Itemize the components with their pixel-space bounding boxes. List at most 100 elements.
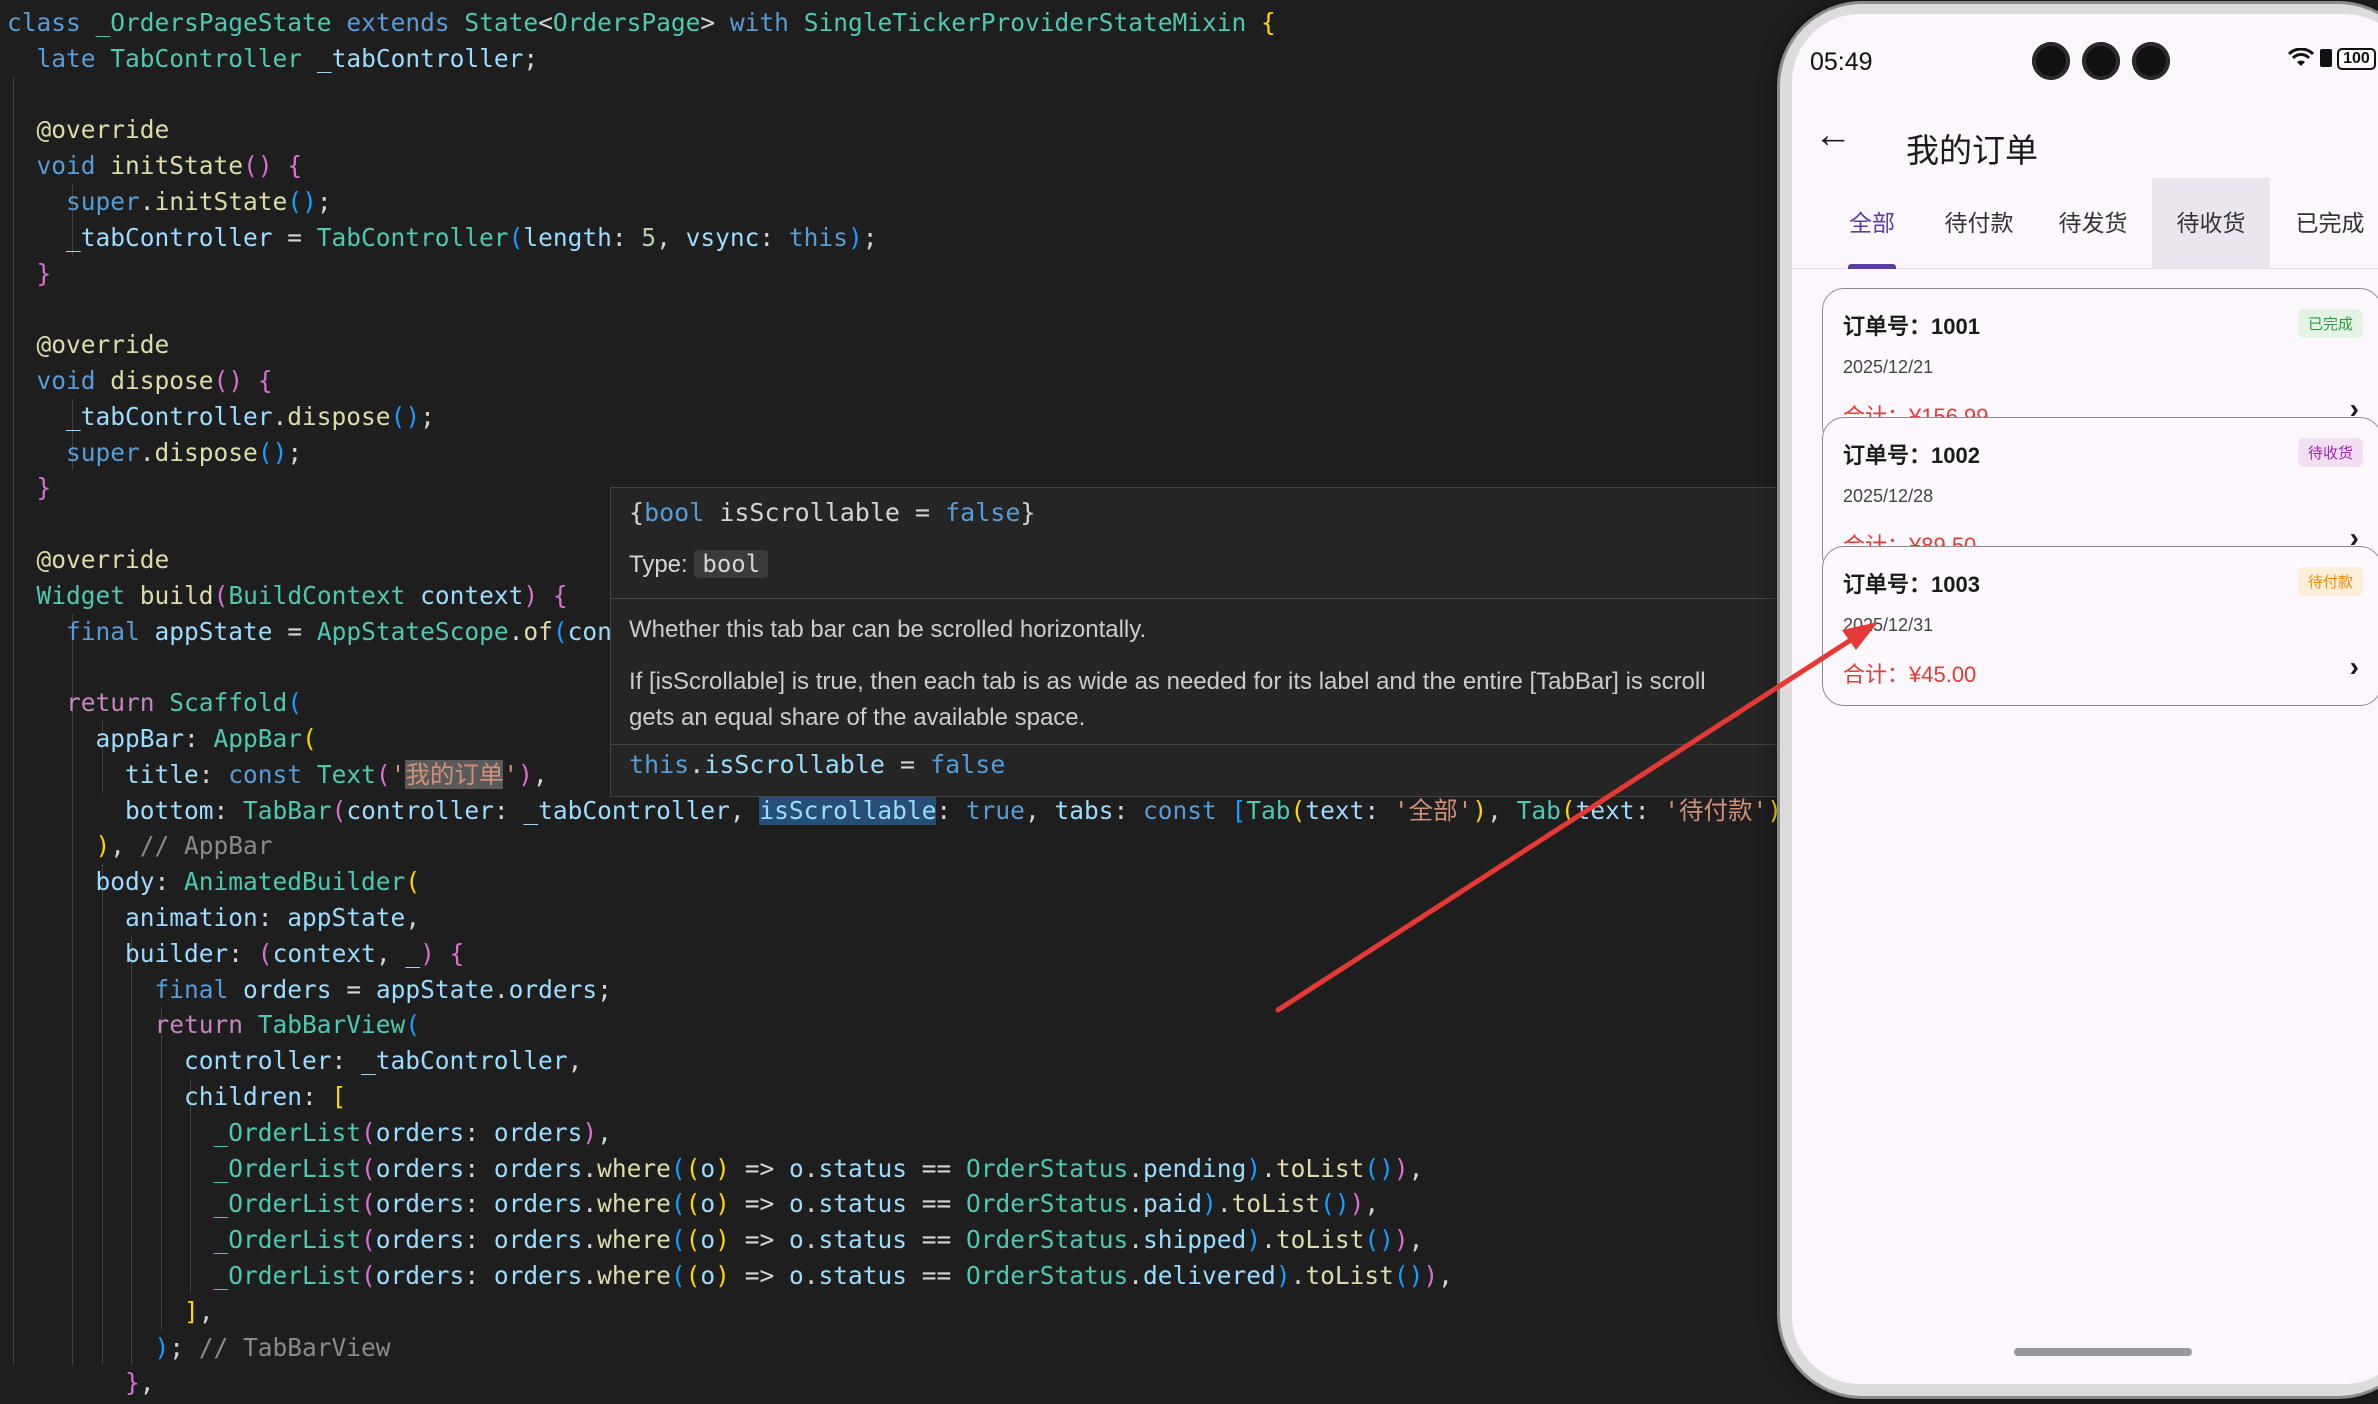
code-line[interactable]: } — [7, 470, 52, 506]
code-token: : — [1113, 795, 1143, 825]
code-line[interactable]: controller: _tabController, — [7, 1043, 582, 1079]
code-line[interactable]: Widget build(BuildContext context) { — [7, 578, 568, 614]
code-token: toList — [1231, 1189, 1321, 1219]
code-token: _tabController — [523, 795, 730, 825]
code-line[interactable]: animation: appState, — [7, 900, 420, 936]
code-editor[interactable]: class _OrdersPageState extends State<Ord… — [0, 0, 1790, 1404]
code-token: OrderStatus — [966, 1189, 1129, 1219]
code-line[interactable]: appBar: AppBar( — [7, 721, 317, 757]
code-token: . — [1128, 1189, 1144, 1219]
code-line[interactable]: final appState = AppStateScope.of(cont — [7, 614, 627, 650]
code-line[interactable]: }, — [7, 1365, 155, 1401]
code-token: ( — [361, 1153, 376, 1183]
code-line[interactable]: return Scaffold( — [7, 685, 302, 721]
code-token: , — [597, 1117, 612, 1147]
code-token: , — [567, 1046, 583, 1076]
status-icons: 100 — [2287, 46, 2376, 70]
code-line[interactable]: @override — [7, 542, 170, 578]
code-line[interactable]: _tabController = TabController(length: 5… — [7, 220, 877, 256]
order-date: 2025/12/21 — [1843, 357, 1934, 377]
code-token: . — [272, 401, 288, 431]
code-line[interactable]: late TabController _tabController; — [7, 41, 539, 77]
code-line[interactable]: return TabBarView( — [7, 1007, 421, 1043]
code-token: _ — [405, 938, 421, 968]
code-token: dispose — [110, 366, 214, 395]
code-token: ( — [1560, 795, 1576, 825]
code-line[interactable]: super.dispose(); — [7, 435, 302, 471]
code-token: toList — [1275, 1225, 1365, 1255]
code-line[interactable]: void dispose() { — [7, 363, 273, 399]
code-line[interactable]: ], — [7, 1294, 214, 1330]
back-arrow-icon[interactable]: ← — [1814, 114, 1852, 157]
home-indicator[interactable] — [2014, 1348, 2192, 1356]
code-token: where — [597, 1189, 671, 1219]
code-token: . — [803, 1261, 819, 1290]
code-token: AppBar — [213, 724, 303, 753]
code-token: . — [1128, 1225, 1144, 1255]
chevron-right-icon: › — [2349, 651, 2359, 682]
code-token: const — [228, 759, 303, 789]
order-card[interactable]: 订单号：1003 2025/12/31 合计：¥45.00 待付款 › — [1822, 546, 2378, 706]
code-token: : — [198, 759, 229, 789]
tab-to-ship[interactable]: 待发货 — [2034, 178, 2152, 268]
code-token: _OrderList — [213, 1261, 362, 1290]
code-line[interactable]: final orders = appState.orders; — [7, 972, 612, 1008]
tab-completed[interactable]: 已完成 — [2270, 178, 2378, 268]
code-token: _tabController — [316, 43, 524, 73]
code-line[interactable]: ), // AppBar — [7, 828, 273, 864]
code-line[interactable]: children: [ — [7, 1079, 346, 1115]
code-line[interactable]: body: AnimatedBuilder( — [7, 864, 421, 900]
code-line[interactable]: _OrderList(orders: orders.where((o) => o… — [7, 1222, 1424, 1258]
code-line[interactable]: super.initState(); — [7, 184, 332, 220]
code-line[interactable]: @override — [7, 327, 170, 363]
code-token: vsync — [685, 222, 760, 252]
code-token: Scaffold — [169, 688, 288, 718]
code-line[interactable]: void initState() { — [7, 148, 303, 184]
code-line[interactable]: _OrderList(orders: orders.where((o) => o… — [7, 1186, 1380, 1222]
code-line[interactable]: _OrderList(orders: orders.where((o) => o… — [7, 1258, 1453, 1294]
tab-to-receive[interactable]: 待收货 — [2152, 178, 2270, 268]
code-token: : — [464, 1261, 494, 1290]
code-token: => — [729, 1261, 789, 1290]
code-token: OrderStatus — [966, 1225, 1129, 1255]
code-line[interactable]: ); // TabBarView — [7, 1330, 391, 1366]
code-token: final — [154, 974, 229, 1004]
tab-pending-payment[interactable]: 待付款 — [1924, 178, 2034, 268]
code-token: () — [287, 187, 317, 216]
tooltip-description-detail-cont: gets an equal share of the available spa… — [629, 704, 1086, 731]
code-line[interactable]: _OrderList(orders: orders), — [7, 1115, 612, 1151]
code-line[interactable]: builder: (context, _) { — [7, 936, 464, 972]
code-token: : — [1634, 795, 1665, 825]
order-number: 订单号：1003 — [1843, 572, 1980, 597]
code-token: ) — [1246, 1153, 1262, 1183]
code-line[interactable]: class _OrdersPageState extends State<Ord… — [7, 5, 1276, 41]
code-token: = — [331, 974, 376, 1004]
code-token: , — [1364, 1189, 1380, 1219]
code-token: : — [154, 867, 185, 897]
tab-all[interactable]: 全部 — [1820, 178, 1924, 268]
code-line[interactable]: } — [7, 256, 52, 292]
code-token: pending — [1143, 1153, 1247, 1183]
code-line[interactable]: _OrderList(orders: orders.where((o) => o… — [7, 1151, 1424, 1187]
code-token: SingleTickerProviderStateMixin — [803, 8, 1247, 37]
code-line[interactable]: @override — [7, 112, 170, 148]
code-line[interactable]: _tabController.dispose(); — [7, 399, 435, 435]
code-line[interactable]: title: const Text('我的订单'), — [7, 757, 548, 793]
code-line[interactable]: bottom: TabBar(controller: _tabControlle… — [7, 793, 1790, 829]
phone-screen: 05:49 100 ← 我的订单 全部 待付款 待发货 待收货 已完成 订单号：… — [1792, 14, 2378, 1384]
code-token: text — [1305, 795, 1365, 825]
code-token: orders — [493, 1153, 583, 1183]
code-token: _OrderList — [213, 1153, 362, 1183]
code-token: ) — [847, 222, 863, 252]
code-token: this — [629, 750, 690, 779]
code-token: appBar — [95, 724, 185, 753]
code-token: ( — [213, 580, 229, 610]
code-token: orders — [493, 1117, 583, 1147]
code-token: ( — [361, 1117, 376, 1147]
